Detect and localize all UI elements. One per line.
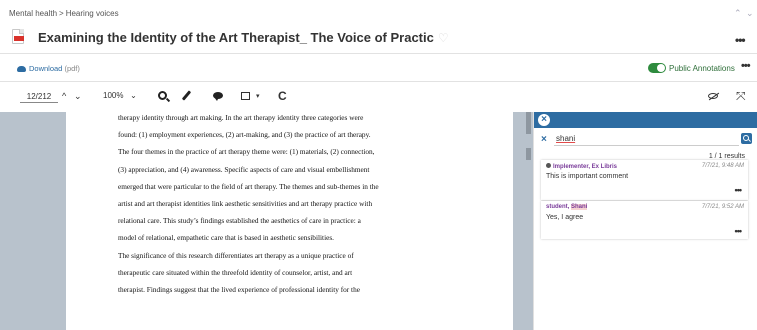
- comment-icon[interactable]: [213, 92, 223, 101]
- annotation-date: 7/7/21, 9:48 AM: [701, 163, 744, 169]
- annotation-panel-header: ×: [534, 112, 757, 128]
- scrollbar-thumb[interactable]: [526, 112, 531, 134]
- annotation-card[interactable]: Implementer, Ex Libris 7/7/21, 9:48 AM T…: [541, 160, 748, 200]
- clear-search-icon[interactable]: ×: [541, 134, 547, 145]
- annotation-card[interactable]: student, Shani 7/7/21, 9:52 AM Yes, I ag…: [541, 201, 748, 239]
- scrollbar-track[interactable]: [525, 112, 532, 330]
- public-annotations-toggle[interactable]: [648, 63, 666, 73]
- search-button[interactable]: [741, 133, 752, 144]
- chevron-down-icon[interactable]: ⌄: [746, 8, 754, 19]
- download-link[interactable]: Download (pdf): [17, 64, 80, 73]
- annotation-more-button[interactable]: •••: [735, 226, 743, 236]
- zoom-caret-icon: ⌄: [130, 91, 137, 100]
- divider: [0, 53, 757, 54]
- annotation-search-input[interactable]: [554, 131, 739, 146]
- annotation-date: 7/7/21, 9:52 AM: [701, 204, 744, 210]
- annotation-author: Implementer, Ex Libris: [546, 163, 617, 170]
- download-file-type: (pdf): [64, 64, 80, 73]
- pdf-page[interactable]: therapy identity through art making. In …: [66, 112, 513, 330]
- heart-icon[interactable]: ♡: [438, 31, 449, 45]
- pdf-text-line: therapy identity through art making. In …: [118, 113, 364, 122]
- refresh-icon[interactable]: C: [278, 89, 287, 103]
- rectangle-select-icon[interactable]: [241, 92, 250, 100]
- pdf-text-line: model of relational, empathetic care tha…: [118, 233, 334, 243]
- breadcrumb: Mental health > Hearing voices: [9, 9, 119, 18]
- annotation-author-prefix: student,: [546, 204, 571, 210]
- annotation-author: student, Shani: [546, 204, 588, 210]
- download-label: Download: [29, 64, 63, 73]
- title-more-button[interactable]: •••: [735, 33, 746, 47]
- cloud-download-icon: [17, 66, 26, 72]
- scrollbar-thumb-secondary[interactable]: [526, 148, 531, 160]
- annotation-author-name: Implementer, Ex Libris: [553, 164, 618, 170]
- annotation-more-button[interactable]: •••: [735, 185, 743, 195]
- breadcrumb-current[interactable]: Hearing voices: [66, 9, 119, 18]
- search-results-count: 1 / 1 results: [708, 153, 745, 160]
- zoom-value: 100%: [103, 91, 124, 100]
- annotation-text: Yes, I agree: [546, 214, 584, 221]
- pdf-text-line: emerged that were particular to the fiel…: [118, 181, 379, 191]
- expand-icon[interactable]: ⤧: [736, 89, 746, 104]
- document-title-row: Examining the Identity of the Art Therap…: [38, 30, 449, 45]
- breadcrumb-separator: >: [59, 9, 64, 18]
- next-page-button[interactable]: ⌄: [74, 91, 82, 102]
- viewer-more-button[interactable]: •••: [741, 60, 751, 72]
- chevron-up-icon[interactable]: ⌃: [734, 8, 742, 19]
- close-icon[interactable]: ×: [538, 114, 550, 126]
- search-icon[interactable]: [158, 91, 167, 100]
- pdf-text-line: artist and art therapist identities link…: [118, 199, 373, 208]
- eye-slash-icon[interactable]: [708, 93, 718, 99]
- pdf-text-line: The significance of this research differ…: [118, 250, 354, 260]
- pdf-text-line: relational care. This study’s findings e…: [118, 216, 361, 226]
- page-number-input[interactable]: 12/212: [20, 92, 58, 103]
- pdf-viewer[interactable]: therapy identity through art making. In …: [0, 112, 533, 330]
- public-annotations-label: Public Annotations: [669, 64, 735, 73]
- breadcrumb-parent[interactable]: Mental health: [9, 9, 57, 18]
- shape-dropdown-caret-icon[interactable]: ▾: [256, 92, 260, 100]
- previous-page-button[interactable]: ^: [62, 91, 66, 101]
- document-title: Examining the Identity of the Art Therap…: [38, 30, 434, 45]
- pdf-toolbar: 12/212 ^ ⌄ 100% ⌄ ▾ C ⤧: [0, 82, 757, 110]
- pdf-text-line: (3) appreciation, and (4) awareness. Spe…: [118, 164, 370, 174]
- pdf-text-line: found: (1) employment experiences, (2) a…: [118, 130, 371, 140]
- pdf-text-line: The four themes in the practice of art t…: [118, 147, 375, 157]
- pdf-text-line: therapist. Findings suggest that the liv…: [118, 285, 360, 294]
- annotation-panel: × × 1 / 1 results Implementer, Ex Libris…: [533, 112, 757, 330]
- pdf-text-line: therapeutic care situated within the thr…: [118, 267, 353, 277]
- pdf-file-icon: [12, 29, 24, 44]
- pen-icon[interactable]: [181, 90, 192, 101]
- search-highlight: Shani: [571, 204, 588, 210]
- toggle-knob: [657, 64, 665, 72]
- annotation-text: This is important comment: [546, 173, 629, 180]
- user-icon: [546, 163, 551, 168]
- zoom-select[interactable]: 100% ⌄: [103, 91, 137, 100]
